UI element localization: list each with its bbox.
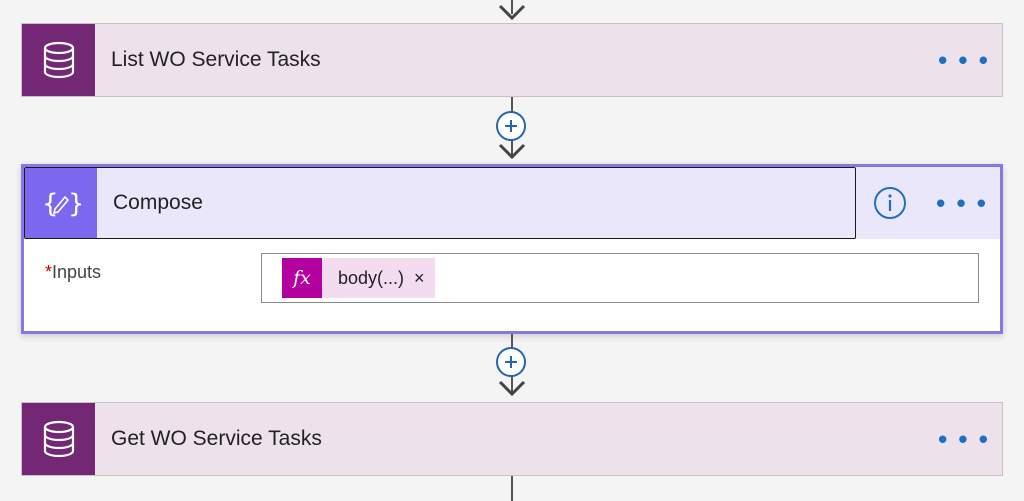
- arrow-down-icon: [498, 4, 526, 21]
- fx-icon: fx: [282, 258, 322, 298]
- compose-body: *Inputs fx body(...) ×: [24, 239, 1000, 331]
- connector-line-bottom: [511, 476, 513, 501]
- database-icon: [43, 41, 74, 79]
- arrow-down-icon: [498, 380, 526, 397]
- plus-icon: [505, 120, 517, 132]
- compose-title-bar[interactable]: { } Compose: [24, 167, 857, 239]
- more-options-button[interactable]: • • •: [926, 24, 1002, 96]
- more-options-button[interactable]: • • •: [924, 167, 1000, 239]
- dataverse-tile: [22, 403, 95, 475]
- action-title: List WO Service Tasks: [111, 48, 321, 71]
- insert-step-button[interactable]: [496, 347, 526, 377]
- database-icon: [43, 420, 74, 458]
- svg-text:{: {: [42, 189, 59, 219]
- inputs-field[interactable]: fx body(...) ×: [261, 253, 979, 303]
- inputs-label-text: Inputs: [52, 262, 102, 282]
- arrow-down-icon: [498, 143, 526, 160]
- action-title: Get WO Service Tasks: [111, 427, 322, 450]
- dataverse-tile: [22, 24, 95, 96]
- svg-text:}: }: [68, 189, 81, 219]
- expression-token[interactable]: fx body(...) ×: [282, 258, 435, 298]
- compose-header: { } Compose • • •: [24, 167, 1000, 239]
- info-button[interactable]: [856, 167, 924, 239]
- insert-step-button[interactable]: [496, 111, 526, 141]
- action-card-list-wo-service-tasks[interactable]: List WO Service Tasks • • •: [21, 23, 1003, 97]
- inputs-label: *Inputs: [45, 262, 101, 283]
- more-dots-icon: • • •: [938, 424, 990, 454]
- token-text: body(...): [338, 267, 405, 288]
- plus-icon: [505, 356, 517, 368]
- remove-token-icon[interactable]: ×: [414, 268, 435, 289]
- compose-icon: { }: [42, 189, 81, 219]
- action-card-compose: { } Compose • • • *Inputs fx body(.: [21, 164, 1003, 334]
- action-title: Compose: [113, 191, 203, 214]
- action-card-get-wo-service-tasks[interactable]: Get WO Service Tasks • • •: [21, 402, 1003, 476]
- compose-tile: { }: [25, 168, 97, 238]
- more-dots-icon: • • •: [938, 45, 990, 75]
- more-dots-icon: • • •: [936, 188, 988, 218]
- info-icon: [874, 187, 907, 219]
- required-marker: *: [45, 262, 53, 282]
- more-options-button[interactable]: • • •: [926, 403, 1002, 475]
